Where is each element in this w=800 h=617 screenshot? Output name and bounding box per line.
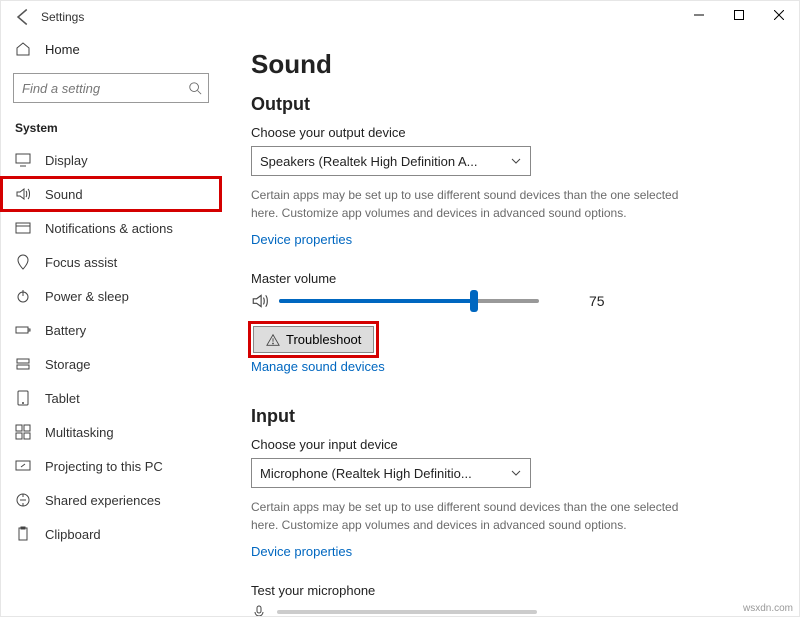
sidebar-item-label: Shared experiences bbox=[45, 493, 161, 508]
chevron-down-icon bbox=[510, 155, 522, 167]
home-icon bbox=[15, 41, 31, 57]
mic-level-bar bbox=[277, 610, 537, 614]
home-label: Home bbox=[45, 42, 80, 57]
input-note: Certain apps may be set up to use differ… bbox=[251, 498, 691, 534]
tablet-icon bbox=[15, 390, 31, 406]
search-input[interactable]: Find a setting bbox=[13, 73, 209, 103]
warning-icon bbox=[266, 333, 280, 347]
sidebar-item-label: Tablet bbox=[45, 391, 80, 406]
sidebar-item-label: Clipboard bbox=[45, 527, 101, 542]
manage-sound-devices-link[interactable]: Manage sound devices bbox=[251, 359, 385, 374]
sidebar: Home Find a setting System Display Sound… bbox=[1, 33, 229, 616]
search-placeholder: Find a setting bbox=[22, 81, 100, 96]
sidebar-item-sound[interactable]: Sound bbox=[1, 177, 221, 211]
clipboard-icon bbox=[15, 526, 31, 542]
battery-icon bbox=[15, 322, 31, 338]
power-icon bbox=[15, 288, 31, 304]
sidebar-item-focus-assist[interactable]: Focus assist bbox=[1, 245, 221, 279]
troubleshoot-button[interactable]: Troubleshoot bbox=[253, 326, 374, 353]
output-device-value: Speakers (Realtek High Definition A... bbox=[260, 154, 478, 169]
volume-slider-fill bbox=[279, 299, 474, 303]
input-choose-label: Choose your input device bbox=[251, 437, 777, 452]
sidebar-item-storage[interactable]: Storage bbox=[1, 347, 221, 381]
search-icon bbox=[188, 81, 202, 95]
sound-icon bbox=[15, 186, 31, 202]
sidebar-item-shared-experiences[interactable]: Shared experiences bbox=[1, 483, 221, 517]
page-title: Sound bbox=[251, 49, 777, 80]
sidebar-item-label: Focus assist bbox=[45, 255, 117, 270]
minimize-button[interactable] bbox=[679, 1, 719, 29]
storage-icon bbox=[15, 356, 31, 372]
sidebar-item-label: Projecting to this PC bbox=[45, 459, 163, 474]
home-nav[interactable]: Home bbox=[1, 33, 221, 65]
input-heading: Input bbox=[251, 406, 777, 427]
sidebar-item-power-sleep[interactable]: Power & sleep bbox=[1, 279, 221, 313]
input-device-properties-link[interactable]: Device properties bbox=[251, 544, 352, 559]
sidebar-item-projecting[interactable]: Projecting to this PC bbox=[1, 449, 221, 483]
main-content: Sound Output Choose your output device S… bbox=[229, 33, 799, 616]
sidebar-item-label: Storage bbox=[45, 357, 91, 372]
maximize-button[interactable] bbox=[719, 1, 759, 29]
output-device-properties-link[interactable]: Device properties bbox=[251, 232, 352, 247]
sidebar-item-label: Display bbox=[45, 153, 88, 168]
output-choose-label: Choose your output device bbox=[251, 125, 777, 140]
sidebar-item-clipboard[interactable]: Clipboard bbox=[1, 517, 221, 551]
multitasking-icon bbox=[15, 424, 31, 440]
sidebar-item-display[interactable]: Display bbox=[1, 143, 221, 177]
chevron-down-icon bbox=[510, 467, 522, 479]
input-device-dropdown[interactable]: Microphone (Realtek High Definitio... bbox=[251, 458, 531, 488]
volume-value: 75 bbox=[589, 293, 605, 309]
sidebar-item-battery[interactable]: Battery bbox=[1, 313, 221, 347]
output-device-dropdown[interactable]: Speakers (Realtek High Definition A... bbox=[251, 146, 531, 176]
sidebar-item-tablet[interactable]: Tablet bbox=[1, 381, 221, 415]
output-heading: Output bbox=[251, 94, 777, 115]
sidebar-item-notifications[interactable]: Notifications & actions bbox=[1, 211, 221, 245]
focus-assist-icon bbox=[15, 254, 31, 270]
sidebar-item-multitasking[interactable]: Multitasking bbox=[1, 415, 221, 449]
projecting-icon bbox=[15, 458, 31, 474]
display-icon bbox=[15, 152, 31, 168]
microphone-icon bbox=[251, 604, 267, 616]
sidebar-item-label: Notifications & actions bbox=[45, 221, 173, 236]
sidebar-item-label: Power & sleep bbox=[45, 289, 129, 304]
shared-experiences-icon bbox=[15, 492, 31, 508]
speaker-icon bbox=[251, 292, 269, 310]
window-title: Settings bbox=[41, 10, 84, 24]
watermark: wsxdn.com bbox=[743, 603, 793, 614]
sidebar-item-label: Battery bbox=[45, 323, 86, 338]
sidebar-item-label: Multitasking bbox=[45, 425, 114, 440]
volume-slider-thumb[interactable] bbox=[470, 290, 478, 312]
master-volume-label: Master volume bbox=[251, 271, 777, 286]
sidebar-item-label: Sound bbox=[45, 187, 83, 202]
notifications-icon bbox=[15, 220, 31, 236]
volume-slider[interactable] bbox=[279, 299, 539, 303]
close-button[interactable] bbox=[759, 1, 799, 29]
output-note: Certain apps may be set up to use differ… bbox=[251, 186, 691, 222]
input-device-value: Microphone (Realtek High Definitio... bbox=[260, 466, 472, 481]
test-mic-label: Test your microphone bbox=[251, 583, 777, 598]
troubleshoot-label: Troubleshoot bbox=[286, 332, 361, 347]
section-heading: System bbox=[1, 117, 221, 143]
back-button[interactable] bbox=[13, 7, 33, 27]
